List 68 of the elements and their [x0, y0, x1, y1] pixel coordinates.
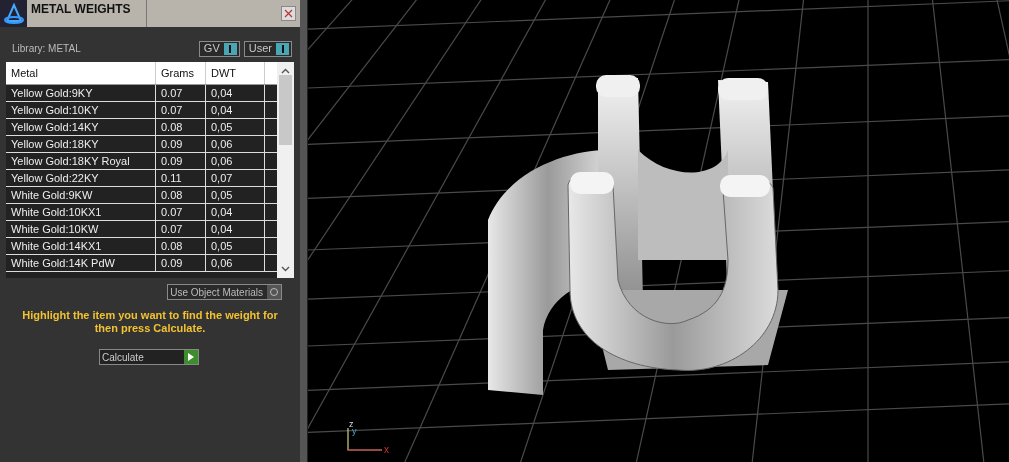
calculate-button[interactable]: Calculate: [99, 349, 199, 365]
hint-text: Highlight the item you want to find the weight for then press Calculate.: [21, 309, 279, 335]
table-cell: Yellow Gold:22KY: [6, 170, 156, 186]
table-cell: 0,04: [206, 102, 265, 118]
table-cell: 0,06: [206, 153, 265, 169]
table-cell: 0.09: [156, 255, 206, 271]
table-cell: 0.07: [156, 102, 206, 118]
table-row[interactable]: Yellow Gold:22KY 0.11 0,07: [6, 170, 277, 187]
table-cell: 0.11: [156, 170, 206, 186]
table-cell: Yellow Gold:14KY: [6, 119, 156, 135]
table-cell: 0,06: [206, 255, 265, 271]
table-cell: 0,05: [206, 119, 265, 135]
panel-title: METAL WEIGHTS: [27, 0, 147, 27]
table-row[interactable]: Yellow Gold:14KY 0.08 0,05: [6, 119, 277, 136]
table-cell: 0.08: [156, 187, 206, 203]
column-header[interactable]: DWT: [206, 62, 265, 84]
play-icon: [184, 350, 198, 364]
table-cell: 0,07: [206, 170, 265, 186]
table-row[interactable]: White Gold:10KX1 0.07 0,04: [6, 204, 277, 221]
table-row[interactable]: White Gold:14KX1 0.08 0,05: [6, 238, 277, 255]
table-row[interactable]: Yellow Gold:18KY Royal 0.09 0,06: [6, 153, 277, 170]
column-header[interactable]: Grams: [156, 62, 206, 84]
table-cell: 0,04: [206, 204, 265, 220]
table-cell: Yellow Gold:18KY Royal: [6, 153, 156, 169]
table-cell: 0,05: [206, 187, 265, 203]
table-cell: White Gold:9KW: [6, 187, 156, 203]
table-cell: 0.08: [156, 238, 206, 254]
app-logo-icon: [0, 0, 27, 27]
table-row[interactable]: Yellow Gold:18KY 0.09 0,06: [6, 136, 277, 153]
axis-gizmo: z y x: [344, 418, 394, 454]
panel-splitter[interactable]: [300, 0, 308, 462]
column-header[interactable]: Metal: [6, 62, 156, 84]
table-cell: 0,05: [206, 238, 265, 254]
table-cell: Yellow Gold:10KY: [6, 102, 156, 118]
table-cell: White Gold:14KX1: [6, 238, 156, 254]
table-cell: White Gold:10KX1: [6, 204, 156, 220]
close-icon: [284, 9, 293, 18]
table-row[interactable]: Yellow Gold:10KY 0.07 0,04: [6, 102, 277, 119]
table-cell: 0,06: [206, 136, 265, 152]
table-row[interactable]: White Gold:14K PdW 0.09 0,06: [6, 255, 277, 272]
table-cell: Yellow Gold:18KY: [6, 136, 156, 152]
table-cell: 0.07: [156, 85, 206, 101]
scroll-thumb[interactable]: [279, 75, 292, 145]
table-row[interactable]: White Gold:10KW 0.07 0,04: [6, 221, 277, 238]
table-cell: White Gold:10KW: [6, 221, 156, 237]
toggle-off-icon: [267, 285, 281, 299]
toggle-button[interactable]: User: [243, 40, 292, 57]
table-cell: 0.09: [156, 153, 206, 169]
table-cell: 0.09: [156, 136, 206, 152]
table-cell: Yellow Gold:9KY: [6, 85, 156, 101]
toggle-on-icon: [223, 42, 237, 55]
toggle-on-icon: [276, 42, 289, 55]
table-cell: 0.08: [156, 119, 206, 135]
use-object-materials-toggle[interactable]: Use Object Materials: [167, 284, 282, 300]
table-cell: White Gold:14K PdW: [6, 255, 156, 271]
toggle-button[interactable]: GV: [198, 40, 240, 57]
3d-viewport[interactable]: z y x: [308, 0, 1009, 462]
table-cell: 0,04: [206, 85, 265, 101]
scroll-down-icon: [281, 266, 290, 272]
table-cell: 0,04: [206, 221, 265, 237]
table-row[interactable]: Yellow Gold:9KY 0.07 0,04: [6, 85, 277, 102]
scrollbar[interactable]: [277, 62, 294, 278]
scroll-up-icon: [281, 68, 290, 74]
close-button[interactable]: [281, 6, 296, 21]
table-cell: 0.07: [156, 204, 206, 220]
table-cell: 0.07: [156, 221, 206, 237]
library-label: Library: METAL: [12, 42, 81, 56]
table-row[interactable]: White Gold:9KW 0.08 0,05: [6, 187, 277, 204]
